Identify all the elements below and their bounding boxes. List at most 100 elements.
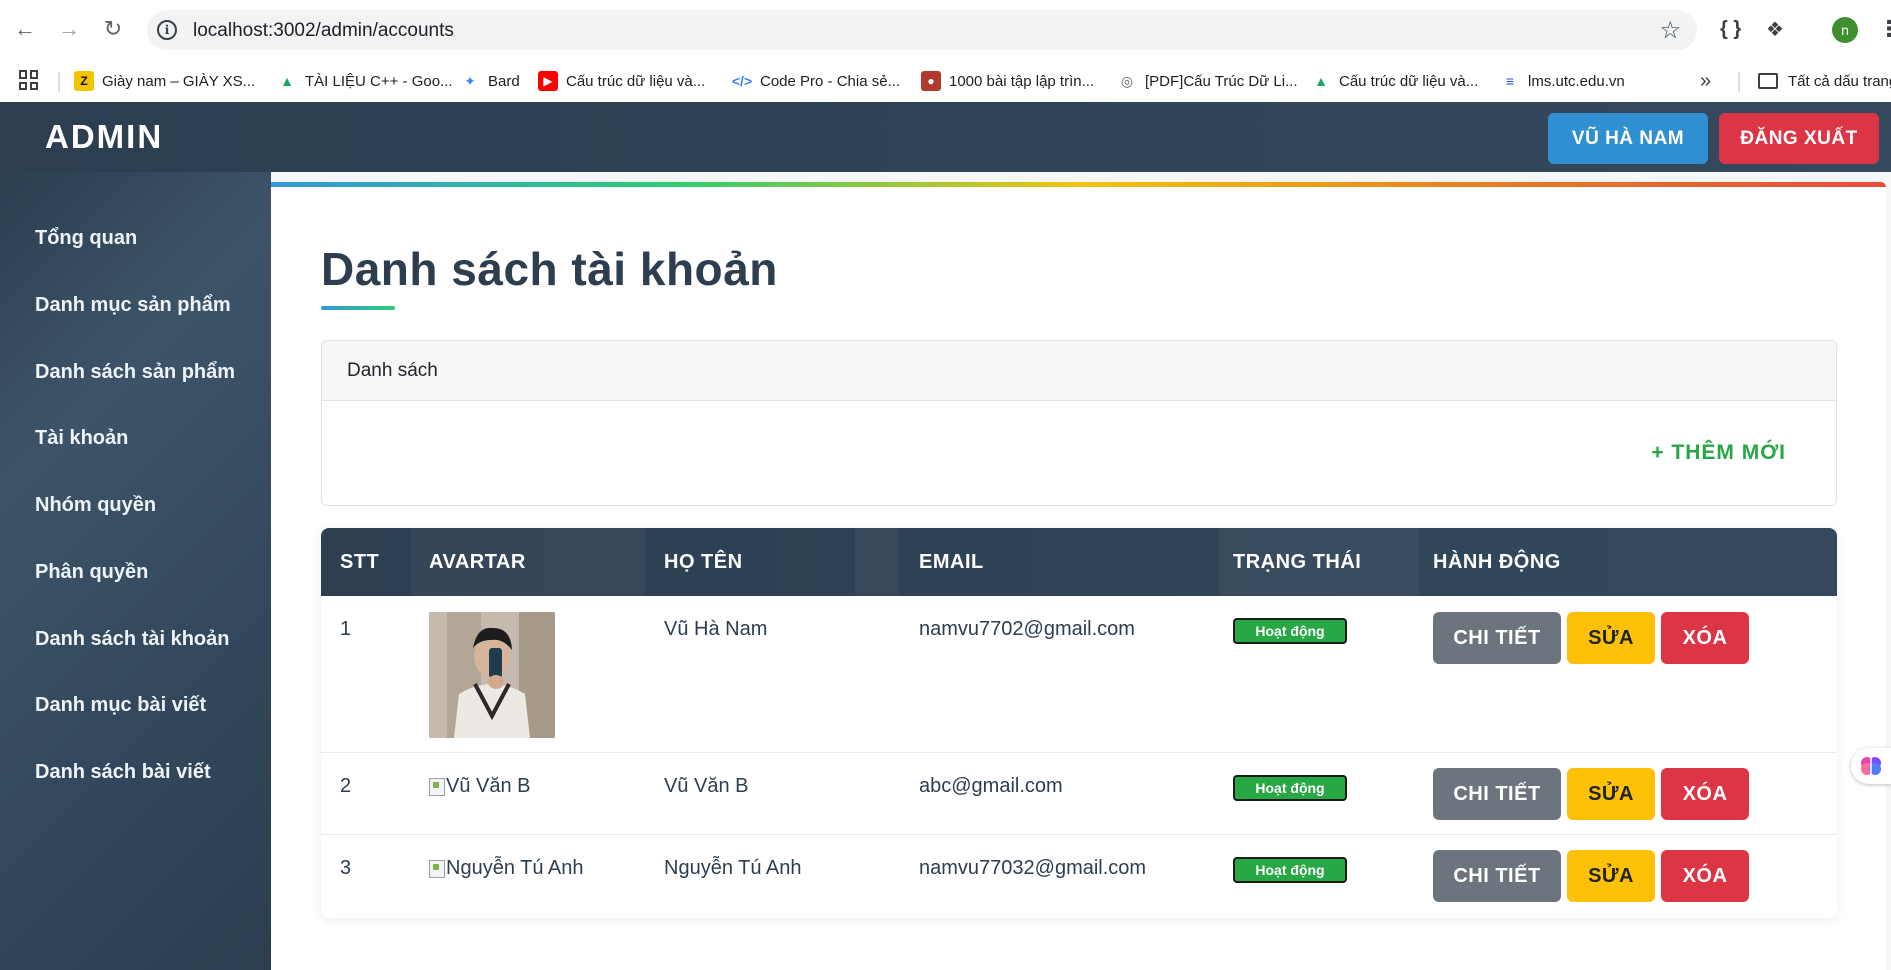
bookmark-label: Code Pro - Chia sẻ... xyxy=(760,72,901,90)
code-icon: </> xyxy=(731,73,753,89)
sidebar-item-product-list[interactable]: Danh sách sản phẩm xyxy=(35,361,235,384)
forward-icon[interactable]: → xyxy=(54,14,84,44)
bookmark-item[interactable]: ▲ TÀI LIỆU C++ - Goo... xyxy=(277,68,453,94)
profile-avatar[interactable]: n xyxy=(1832,17,1858,43)
title-underline xyxy=(321,306,395,310)
sidebar-item-permissions[interactable]: Phân quyền xyxy=(35,561,148,584)
sidebar-item-product-categories[interactable]: Danh mục sản phẩm xyxy=(35,294,231,317)
bookmark-label: Bard xyxy=(488,72,520,90)
reload-icon[interactable]: ↻ xyxy=(98,14,128,44)
google-drive-icon: ▲ xyxy=(280,73,294,89)
edit-button[interactable]: SỬA xyxy=(1567,612,1655,664)
bookmarks-folder[interactable]: Tất cả dấu trang xyxy=(1758,68,1891,94)
bookmark-item[interactable]: ▲ Cấu trúc dữ liệu và... xyxy=(1311,68,1478,94)
url-text[interactable]: localhost:3002/admin/accounts xyxy=(193,20,454,42)
broken-image-icon xyxy=(429,777,445,796)
sidebar-item-post-list[interactable]: Danh sách bài viết xyxy=(35,761,211,784)
bookmark-item[interactable]: ▶ Cấu trúc dữ liệu và... xyxy=(538,68,705,94)
apps-grid-icon[interactable] xyxy=(19,70,39,90)
list-panel: Danh sách + THÊM MỚI xyxy=(321,340,1837,506)
status-badge: Hoạt động xyxy=(1233,618,1347,644)
back-icon[interactable]: ← xyxy=(10,14,40,44)
bookmark-label: 1000 bài tập lập trìn... xyxy=(949,72,1095,90)
sidebar-item-overview[interactable]: Tổng quan xyxy=(35,227,137,250)
row-name: Vũ Hà Nam xyxy=(664,618,768,640)
assistant-brain-icon[interactable] xyxy=(1851,748,1891,784)
bookmarks-bar: Z Giày nam – GIÀY XS... ▲ TÀI LIỆU C++ - Go… xyxy=(0,60,1891,102)
table-row: 1 Vũ Hà Nam namvu7702@gmail.com Hoạt độn… xyxy=(321,596,1837,753)
devtools-extension-icon[interactable]: { } xyxy=(1720,14,1741,44)
delete-button[interactable]: XÓA xyxy=(1661,612,1749,664)
header-shade xyxy=(855,528,899,596)
detail-button[interactable]: CHI TIẾT xyxy=(1433,768,1561,820)
more-bookmarks-icon[interactable]: » xyxy=(1700,70,1711,93)
row-stt: 2 xyxy=(340,775,352,797)
bookmark-label: Giày nam – GIÀY XS... xyxy=(102,72,256,90)
page-title: Danh sách tài khoản xyxy=(321,243,778,295)
table-row: 2 Vũ Văn B Vũ Văn B abc@gmail.com Hoạt đ… xyxy=(321,753,1837,835)
admin-header: ADMIN VŨ HÀ NAM ĐĂNG XUẤT xyxy=(0,102,1891,172)
panel-header: Danh sách xyxy=(322,341,1836,401)
row-stt: 3 xyxy=(340,857,352,879)
sidebar-item-account[interactable]: Tài khoản xyxy=(35,427,128,450)
row-name: Vũ Văn B xyxy=(664,775,749,797)
row-stt: 1 xyxy=(340,618,352,640)
bookmark-item[interactable]: ✦ Bard xyxy=(460,68,520,94)
column-header-actions: HÀNH ĐỘNG xyxy=(1433,550,1561,573)
bookmark-item[interactable]: ◎ [PDF]Cấu Trúc Dữ Li... xyxy=(1117,68,1298,94)
bookmark-item[interactable]: </> Code Pro - Chia sẻ... xyxy=(732,68,900,94)
brand-logo[interactable]: ADMIN xyxy=(45,118,163,156)
bookmark-label: Cấu trúc dữ liệu và... xyxy=(1339,72,1479,90)
logout-button[interactable]: ĐĂNG XUẤT xyxy=(1719,113,1879,164)
row-email: namvu7702@gmail.com xyxy=(919,618,1135,640)
delete-button[interactable]: XÓA xyxy=(1661,850,1749,902)
user-button[interactable]: VŨ HÀ NAM xyxy=(1548,113,1708,164)
address-bar[interactable]: i localhost:3002/admin/accounts ☆ xyxy=(147,10,1697,50)
extensions-puzzle-icon[interactable]: ❖ xyxy=(1766,14,1784,44)
column-header-email: EMAIL xyxy=(919,550,984,573)
avatar-alt-text: Nguyễn Tú Anh xyxy=(446,857,584,879)
bookmark-item[interactable]: ● 1000 bài tập lập trìn... xyxy=(921,68,1094,94)
bookmark-label: TÀI LIỆU C++ - Goo... xyxy=(305,72,453,90)
bookmarks-divider xyxy=(1738,72,1740,92)
bookmark-star-icon[interactable]: ☆ xyxy=(1659,16,1681,45)
avatar xyxy=(429,612,555,738)
row-name: Nguyễn Tú Anh xyxy=(664,857,802,879)
sidebar-item-account-list[interactable]: Danh sách tài khoản xyxy=(35,628,230,651)
column-header-status: TRẠNG THÁI xyxy=(1233,550,1362,573)
column-header-stt: STT xyxy=(340,550,380,573)
row-email: abc@gmail.com xyxy=(919,775,1063,797)
avatar-photo-image xyxy=(429,612,555,738)
column-header-name: HỌ TÊN xyxy=(664,550,743,573)
edit-button[interactable]: SỬA xyxy=(1567,850,1655,902)
add-new-button[interactable]: + THÊM MỚI xyxy=(1651,441,1786,465)
sidebar-item-post-categories[interactable]: Danh mục bài viết xyxy=(35,694,206,717)
broken-image-icon xyxy=(429,859,445,878)
bookmarks-divider xyxy=(58,72,60,92)
sidebar-item-roles[interactable]: Nhóm quyền xyxy=(35,494,156,517)
bookmark-item[interactable]: ≡ lms.utc.edu.vn xyxy=(1500,68,1625,94)
sparkle-icon: ✦ xyxy=(464,72,476,89)
google-drive-icon: ▲ xyxy=(1314,73,1328,89)
main-content: Danh sách tài khoản Danh sách + THÊM MỚI… xyxy=(271,172,1891,970)
z-logo-icon: Z xyxy=(74,71,94,91)
accounts-table: STT AVARTAR HỌ TÊN EMAIL TRẠNG THÁI HÀNH… xyxy=(321,528,1837,918)
avatar: Vũ Văn B xyxy=(429,775,531,798)
bookmark-item[interactable]: Z Giày nam – GIÀY XS... xyxy=(74,68,255,94)
detail-button[interactable]: CHI TIẾT xyxy=(1433,612,1561,664)
edit-button[interactable]: SỬA xyxy=(1567,768,1655,820)
sidebar: Tổng quan Danh mục sản phẩm Danh sách sả… xyxy=(0,172,271,970)
delete-button[interactable]: XÓA xyxy=(1661,768,1749,820)
avatar: Nguyễn Tú Anh xyxy=(429,857,584,880)
table-row: 3 Nguyễn Tú Anh Nguyễn Tú Anh namvu77032… xyxy=(321,835,1837,918)
detail-button[interactable]: CHI TIẾT xyxy=(1433,850,1561,902)
browser-menu-icon[interactable]: ⋮ xyxy=(1878,16,1891,42)
bookmark-label: Cấu trúc dữ liệu và... xyxy=(566,72,706,90)
bookmark-label: lms.utc.edu.vn xyxy=(1528,72,1625,90)
avatar-alt-text: Vũ Văn B xyxy=(446,775,531,797)
content-card: Danh sách tài khoản Danh sách + THÊM MỚI… xyxy=(271,182,1886,970)
globe-icon: ◎ xyxy=(1120,72,1134,89)
status-badge: Hoạt động xyxy=(1233,775,1347,801)
folder-icon xyxy=(1758,73,1778,89)
site-info-icon[interactable]: i xyxy=(157,20,177,40)
